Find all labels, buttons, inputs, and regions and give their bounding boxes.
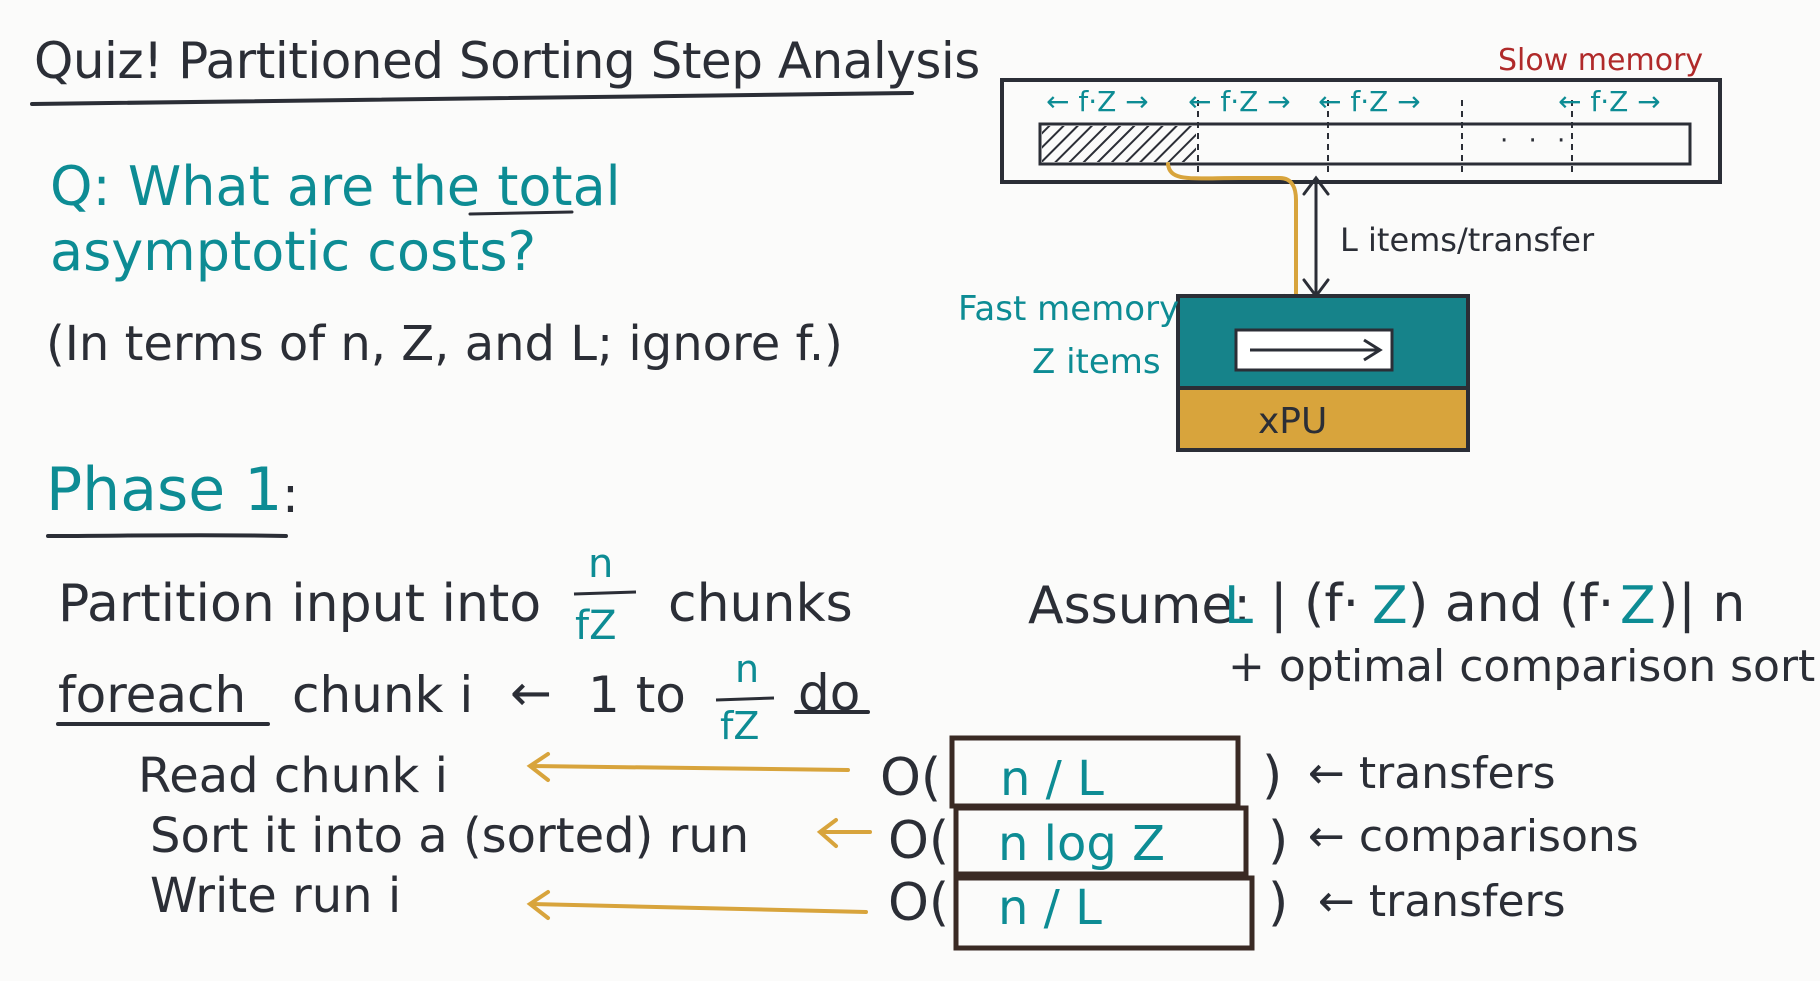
fraction-2-numerator: n xyxy=(735,647,760,691)
loop-range: 1 to xyxy=(588,666,686,724)
question-line-1: Q: What are the total xyxy=(50,155,621,218)
step-sort: Sort it into a (sorted) run xyxy=(150,808,750,864)
big-o-close-2: ) xyxy=(1268,811,1289,871)
fast-memory-label: Fast memory xyxy=(958,289,1180,329)
transfer-label: L items/transfer xyxy=(1340,221,1595,259)
cost-label-3-text: transfers xyxy=(1368,876,1566,927)
current-chunk xyxy=(1042,126,1196,162)
ellipsis: · · · xyxy=(1500,126,1572,156)
assume-line-2: + optimal comparison sort xyxy=(1228,641,1816,692)
step-read: Read chunk i xyxy=(138,748,448,804)
segment-label-4: ← f·Z → xyxy=(1558,85,1661,118)
cost-label-1: ← transfers xyxy=(1308,752,1556,796)
do-keyword: do xyxy=(798,664,861,722)
foreach-keyword: foreach xyxy=(58,666,247,724)
assign-arrow: ← xyxy=(510,664,552,722)
big-o-open-1: O( xyxy=(880,748,942,808)
assume-suffix: )| n xyxy=(1658,574,1746,634)
transfer-path xyxy=(1166,162,1310,320)
question-line-3: (In terms of n, Z, and L; ignore f.) xyxy=(46,316,843,372)
processor-label: xPU xyxy=(1258,401,1328,442)
fraction-2-denominator: fZ xyxy=(720,704,760,748)
fraction-1-numerator: n xyxy=(588,541,614,587)
arrow-write xyxy=(526,890,868,920)
big-o-close-1: ) xyxy=(1262,746,1283,806)
cost-read: n / L xyxy=(1000,751,1104,807)
partition-text: Partition input into xyxy=(58,574,542,634)
label-arrow-icon: ← xyxy=(1308,811,1345,862)
cost-label-3: ← transfers xyxy=(1318,880,1566,924)
loop-variable: chunk i xyxy=(292,666,474,724)
title-underline xyxy=(30,91,914,106)
assume-mid-2: ) and (f· xyxy=(1408,574,1615,634)
cost-write: n / L xyxy=(998,880,1102,936)
segment-label-3: ← f·Z → xyxy=(1318,85,1421,118)
segment-label-2: ← f·Z → xyxy=(1188,85,1291,118)
big-o-open-3: O( xyxy=(888,873,950,933)
transfer-arrow xyxy=(1302,175,1330,299)
fraction-bar-1 xyxy=(573,590,637,596)
assume-Z-2: Z xyxy=(1620,576,1656,636)
cost-sort: n log Z xyxy=(998,816,1165,872)
label-arrow-icon: ← xyxy=(1308,748,1345,799)
whiteboard: Quiz! Partitioned Sorting Step Analysis … xyxy=(0,0,1820,981)
assume-prefix: Assume: xyxy=(1028,576,1251,636)
assume-Z-1: Z xyxy=(1372,576,1408,636)
fraction-bar-2 xyxy=(715,696,775,702)
cost-label-1-text: transfers xyxy=(1358,748,1556,799)
page-title: Quiz! Partitioned Sorting Step Analysis xyxy=(34,32,980,90)
fast-memory-capacity: Z items xyxy=(1032,342,1161,382)
label-arrow-icon: ← xyxy=(1318,876,1355,927)
arrow-sort xyxy=(816,818,872,848)
phase-colon: : xyxy=(282,466,299,524)
big-o-close-3: ) xyxy=(1268,873,1289,933)
big-o-open-2: O( xyxy=(888,811,950,871)
step-write: Write run i xyxy=(150,868,402,924)
phase-heading: Phase 1 xyxy=(46,455,283,525)
assume-mid-1: | (f· xyxy=(1270,574,1360,634)
fraction-1-denominator: fZ xyxy=(575,603,617,649)
cost-label-2: ← comparisons xyxy=(1308,815,1639,859)
cost-label-2-text: comparisons xyxy=(1358,811,1639,862)
phase-underline xyxy=(46,533,288,538)
partition-suffix: chunks xyxy=(668,574,853,634)
assume-L: L xyxy=(1224,576,1253,636)
segment-label-1: ← f·Z → xyxy=(1046,85,1149,118)
slow-memory-label: Slow memory xyxy=(1498,43,1704,78)
arrow-read xyxy=(526,752,850,782)
question-line-2: asymptotic costs? xyxy=(50,220,537,283)
